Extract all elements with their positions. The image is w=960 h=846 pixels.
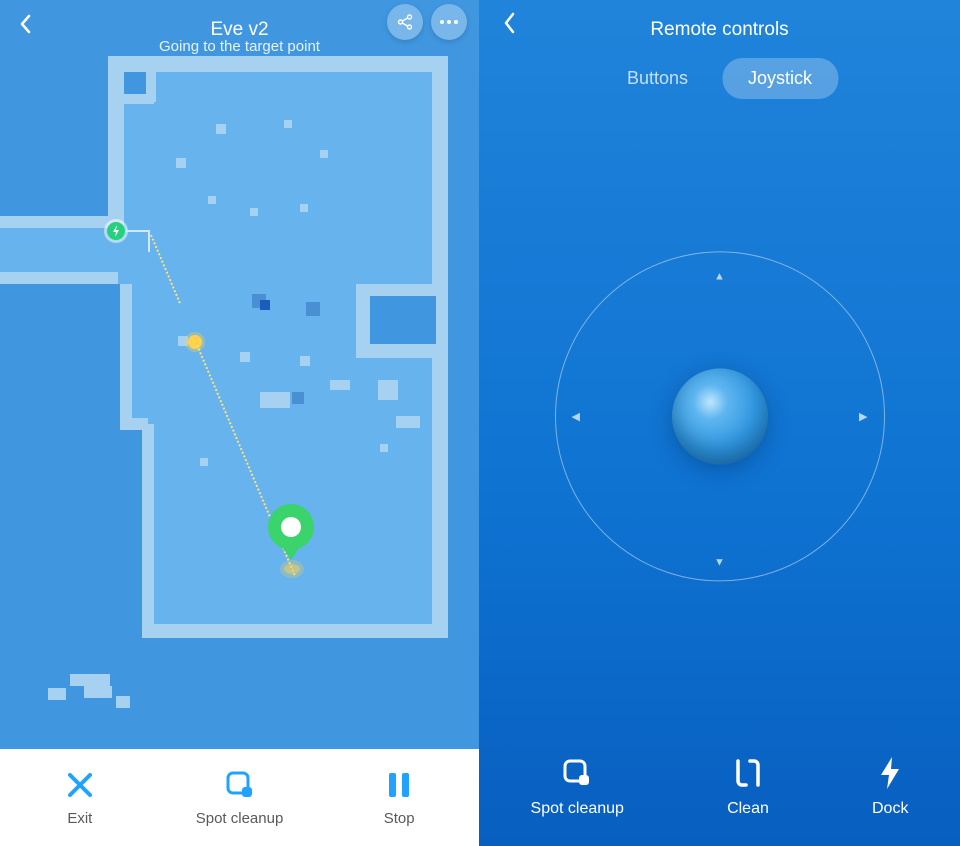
remote-controls-screen: Remote controls Buttons Joystick ▲ ▼ ◀ ▶… [479, 0, 960, 846]
chevron-down-icon: ▼ [714, 556, 725, 568]
remote-title: Remote controls [650, 19, 788, 41]
spot-cleanup-icon [223, 768, 257, 802]
more-icon [439, 19, 459, 25]
tab-joystick[interactable]: Joystick [722, 58, 838, 99]
close-icon [63, 768, 97, 802]
clean-label: Clean [727, 800, 769, 818]
share-button[interactable] [387, 4, 423, 40]
joystick-area[interactable]: ▲ ▼ ◀ ▶ [555, 251, 885, 581]
stop-label: Stop [384, 810, 415, 827]
control-mode-tabs: Buttons Joystick [601, 58, 838, 99]
chevron-left-icon: ◀ [572, 410, 580, 423]
pause-icon [382, 768, 416, 802]
clean-icon [731, 756, 765, 790]
spot-cleanup-button[interactable]: Spot cleanup [531, 756, 624, 818]
more-button[interactable] [431, 4, 467, 40]
chevron-left-icon [503, 12, 517, 34]
target-pin-icon[interactable] [268, 504, 314, 568]
bottom-action-bar: Exit Spot cleanup Stop [0, 749, 479, 846]
back-button[interactable] [489, 2, 531, 44]
clean-button[interactable]: Clean [727, 756, 769, 818]
remote-action-bar: Spot cleanup Clean Dock [479, 756, 960, 818]
stop-button[interactable]: Stop [319, 749, 479, 846]
spot-cleanup-icon [560, 756, 594, 790]
joystick-knob[interactable] [672, 368, 768, 464]
share-icon [396, 13, 414, 31]
floor-map[interactable] [0, 48, 477, 748]
spot-label: Spot cleanup [531, 800, 624, 818]
right-header: Remote controls [479, 0, 960, 60]
spot-cleanup-button[interactable]: Spot cleanup [160, 749, 320, 846]
chevron-left-icon [19, 14, 33, 34]
dock-button[interactable]: Dock [872, 756, 908, 818]
chevron-up-icon: ▲ [714, 270, 725, 282]
dock-bolt-icon [873, 756, 907, 790]
spot-label: Spot cleanup [196, 810, 284, 827]
chevron-right-icon: ▶ [859, 410, 867, 423]
robot-position-icon [188, 335, 202, 349]
dock-marker-icon [107, 222, 125, 240]
tab-buttons[interactable]: Buttons [601, 58, 714, 99]
map-screen: Eve v2 Going to the target point [0, 0, 479, 846]
dock-label: Dock [872, 800, 908, 818]
exit-label: Exit [67, 810, 92, 827]
exit-button[interactable]: Exit [0, 749, 160, 846]
